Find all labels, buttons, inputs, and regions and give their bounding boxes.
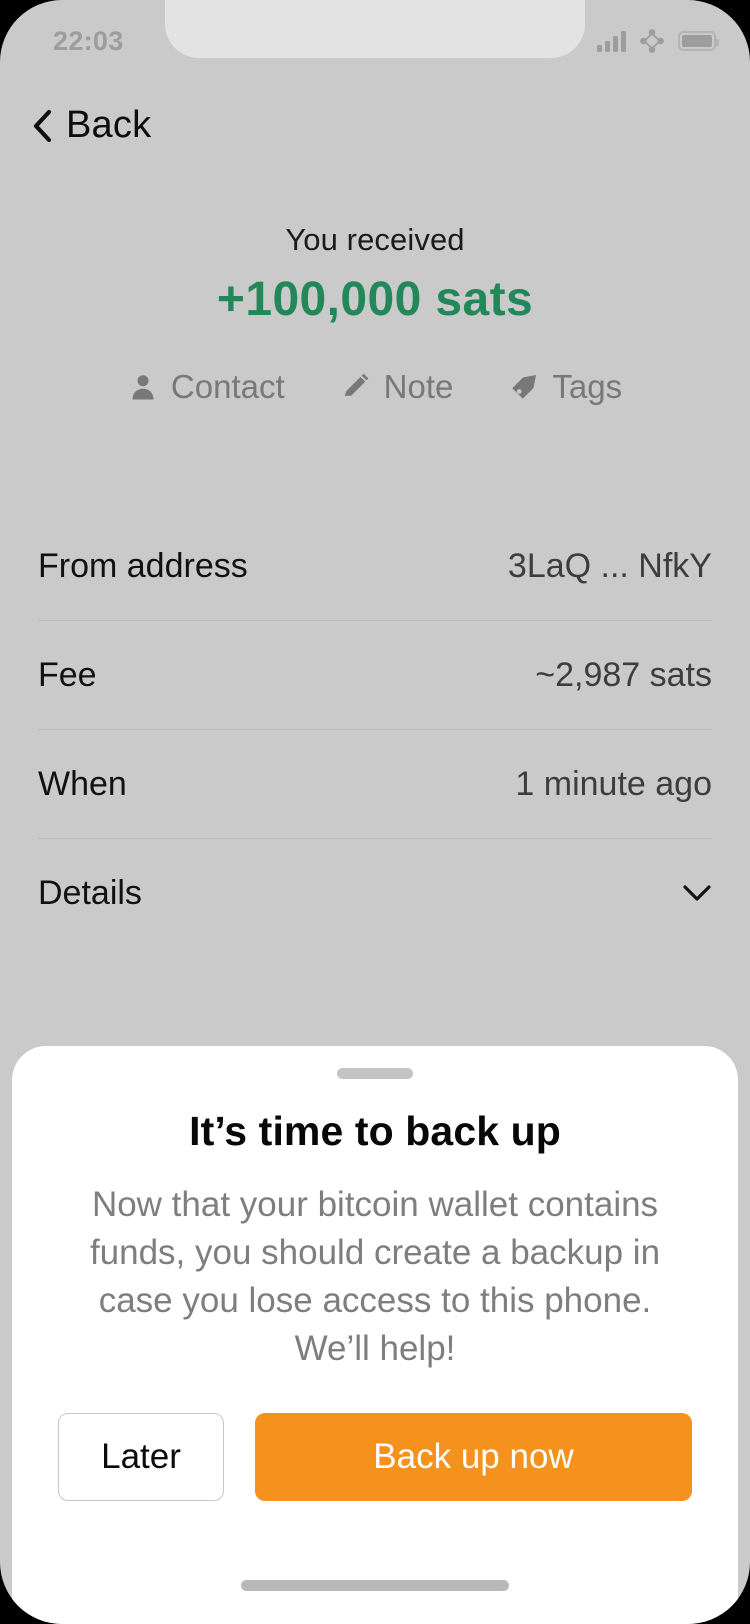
- tag-icon: [512, 375, 537, 399]
- signal-bars-icon: [597, 30, 626, 52]
- chevron-down-icon[interactable]: [682, 884, 712, 902]
- back-button[interactable]: Back: [18, 96, 165, 155]
- network-icon: [640, 29, 664, 53]
- battery-icon: [678, 31, 719, 51]
- received-amount: +100,000 sats: [216, 273, 534, 326]
- backup-bottom-sheet: It’s time to back up Now that your bitco…: [12, 1046, 738, 1624]
- contact-label: Contact: [170, 368, 285, 405]
- detail-row-when[interactable]: When 1 minute ago: [38, 730, 712, 839]
- person-icon: [132, 375, 154, 400]
- contact-action[interactable]: Contact: [128, 368, 285, 406]
- sheet-body: Now that your bitcoin wallet contains fu…: [89, 1185, 661, 1368]
- pencil-icon: [344, 373, 369, 396]
- received-header: You received +100,000 sats: [0, 222, 750, 327]
- phone-screen: 22:03 Back You received +100,000 sats Co…: [0, 0, 750, 1624]
- note-label: Note: [383, 368, 454, 405]
- status-time: 22:03: [53, 26, 124, 56]
- notch: [165, 0, 585, 58]
- detail-value: 1 minute ago: [515, 764, 712, 803]
- tags-label: Tags: [552, 368, 623, 405]
- back-up-now-button[interactable]: Back up now: [255, 1413, 692, 1501]
- tags-action[interactable]: Tags: [509, 368, 622, 406]
- later-button[interactable]: Later: [58, 1413, 224, 1501]
- detail-key: When: [38, 764, 127, 803]
- received-label: You received: [285, 222, 465, 257]
- detail-key: Details: [38, 873, 142, 912]
- sheet-title: It’s time to back up: [189, 1108, 561, 1154]
- status-icons: [597, 26, 719, 56]
- detail-value: 3LaQ ... NfkY: [507, 546, 712, 585]
- home-indicator[interactable]: [241, 1580, 509, 1591]
- chevron-left-icon: [33, 109, 52, 142]
- back-label: Back: [66, 104, 152, 146]
- detail-row-from-address[interactable]: From address 3LaQ ... NfkY: [38, 512, 712, 621]
- status-bar: 22:03: [0, 0, 750, 88]
- note-action[interactable]: Note: [341, 368, 454, 406]
- detail-row-fee[interactable]: Fee ~2,987 sats: [38, 621, 712, 730]
- detail-row-details[interactable]: Details: [38, 839, 712, 947]
- action-row: Contact Note Tags: [0, 368, 750, 406]
- drag-handle[interactable]: [337, 1068, 413, 1079]
- detail-key: Fee: [38, 655, 97, 694]
- detail-key: From address: [38, 546, 248, 585]
- detail-value: ~2,987 sats: [535, 655, 712, 694]
- sheet-buttons: Later Back up now: [58, 1413, 692, 1501]
- detail-list: From address 3LaQ ... NfkY Fee ~2,987 sa…: [38, 512, 712, 947]
